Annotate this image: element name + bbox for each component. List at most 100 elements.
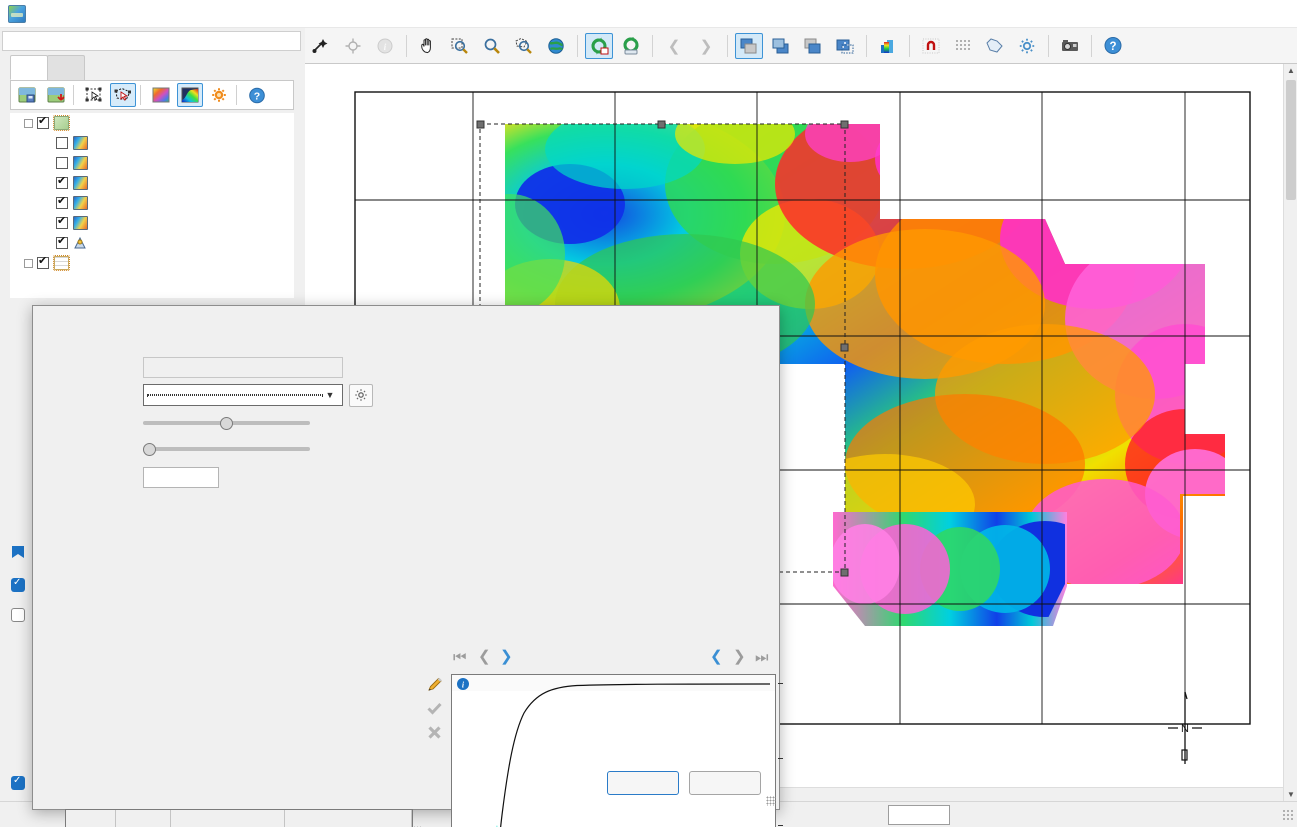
title-bar — [0, 0, 1297, 28]
settings-sun-icon[interactable] — [206, 83, 232, 107]
polygon-tool-icon[interactable] — [981, 33, 1009, 59]
maximize-button[interactable] — [1237, 0, 1267, 28]
column-colour[interactable] — [116, 810, 170, 827]
bins-input[interactable] — [143, 467, 219, 488]
apply-check-icon[interactable] — [425, 698, 443, 718]
colour-tool-dialog[interactable]: ▼ — [32, 305, 780, 810]
distribution-select[interactable]: ▼ — [143, 384, 343, 406]
minimize-button[interactable] — [1207, 0, 1237, 28]
zoom-box-icon[interactable] — [446, 33, 474, 59]
next-view-icon[interactable]: ❯ — [692, 33, 720, 59]
pan-hand-icon[interactable] — [414, 33, 442, 59]
first-record-icon[interactable]: ⏮ — [453, 649, 467, 666]
folder-data-icon — [54, 116, 69, 130]
save-map-icon[interactable] — [14, 83, 40, 107]
select-shape-icon[interactable] — [110, 83, 136, 107]
tree-checkbox[interactable] — [37, 257, 49, 269]
refresh-map-icon[interactable] — [585, 33, 613, 59]
target-icon[interactable] — [339, 33, 367, 59]
property-checkbox[interactable] — [11, 608, 25, 622]
transparency-slider[interactable] — [143, 440, 310, 458]
layer-tree — [10, 113, 294, 298]
tab-history[interactable] — [47, 55, 85, 80]
zoom-level-select[interactable] — [888, 805, 950, 825]
cancel-cross-icon[interactable] — [425, 722, 443, 742]
globe-icon[interactable] — [542, 33, 570, 59]
tree-item-waterloo[interactable] — [10, 173, 294, 193]
scroll-down-arrow[interactable]: ▼ — [1284, 790, 1297, 799]
last-page-icon[interactable]: ⏭ — [755, 649, 769, 666]
tree-item-ontario29[interactable] — [10, 193, 294, 213]
tree-item-data[interactable] — [10, 113, 294, 133]
tree-checkbox[interactable] — [56, 177, 68, 189]
map-vertical-scrollbar[interactable]: ▲ ▼ — [1283, 64, 1297, 801]
cancel-button[interactable] — [689, 771, 761, 795]
tree-item-ontario28[interactable] — [10, 213, 294, 233]
pick-point-icon[interactable] — [307, 33, 335, 59]
colour-palette-icon[interactable] — [148, 83, 174, 107]
previous-view-icon[interactable]: ❮ — [660, 33, 688, 59]
tree-checkbox[interactable] — [56, 197, 68, 209]
tree-item-coordinates[interactable] — [10, 233, 294, 253]
tree-item-superior[interactable] — [10, 153, 294, 173]
scroll-up-arrow[interactable]: ▲ — [1284, 66, 1297, 75]
property-checkbox[interactable] — [11, 776, 25, 790]
resize-grip-icon[interactable] — [1282, 809, 1294, 821]
send-to-back-icon[interactable] — [799, 33, 827, 59]
expander-icon[interactable] — [24, 119, 33, 128]
grid-dots-icon[interactable] — [949, 33, 977, 59]
dialog-resize-grip[interactable] — [766, 796, 776, 806]
tree-checkbox[interactable] — [37, 117, 49, 129]
close-button[interactable] — [1267, 0, 1297, 28]
brightness-slider[interactable] — [143, 414, 310, 432]
info-icon[interactable]: i — [371, 33, 399, 59]
colour-bins-table[interactable] — [65, 809, 413, 827]
tree-checkbox[interactable] — [56, 157, 68, 169]
svg-text:?: ? — [254, 90, 260, 102]
slider-knob[interactable] — [220, 417, 233, 430]
column-maximum[interactable] — [285, 810, 412, 827]
tab-map-layers[interactable] — [10, 55, 48, 80]
toolbar-divider — [236, 85, 237, 105]
ok-button[interactable] — [607, 771, 679, 795]
edit-pencil-icon[interactable] — [425, 674, 443, 694]
export-map-icon[interactable] — [43, 83, 69, 107]
dialog-help-button[interactable] — [711, 309, 745, 339]
distribution-settings-button[interactable] — [349, 384, 373, 407]
tree-item-base[interactable] — [10, 253, 294, 273]
arrange-layers-icon[interactable] — [831, 33, 859, 59]
data-layer-row — [51, 354, 401, 380]
colour-tool-icon[interactable] — [177, 83, 203, 107]
next-record-icon[interactable]: ❯ — [500, 647, 513, 665]
column-active[interactable] — [66, 810, 116, 827]
zoom-shape-icon[interactable] — [510, 33, 538, 59]
tree-checkbox[interactable] — [56, 237, 68, 249]
select-area-icon[interactable] — [81, 83, 107, 107]
previous-record-icon[interactable]: ❮ — [478, 647, 491, 665]
help-circle-icon[interactable]: ? — [1099, 33, 1127, 59]
bring-to-front-icon[interactable] — [735, 33, 763, 59]
dialog-buttons — [607, 771, 761, 795]
dialog-close-button[interactable] — [745, 309, 779, 339]
zoom-icon[interactable] — [478, 33, 506, 59]
expander-icon[interactable] — [24, 259, 33, 268]
tree-item-srtm[interactable] — [10, 133, 294, 153]
map-manager-tabs — [10, 55, 84, 80]
send-backward-icon[interactable] — [767, 33, 795, 59]
scroll-thumb[interactable] — [1286, 80, 1296, 200]
slider-knob[interactable] — [143, 443, 156, 456]
previous-page-icon[interactable]: ❮ — [710, 647, 723, 665]
colour-legend-icon[interactable] — [874, 33, 902, 59]
next-page-icon[interactable]: ❯ — [733, 647, 746, 665]
histogram-plot[interactable]: i — [451, 674, 776, 827]
help-icon[interactable]: ? — [244, 83, 270, 107]
magnetics-icon[interactable] — [917, 33, 945, 59]
tree-checkbox[interactable] — [56, 217, 68, 229]
column-minimum[interactable] — [170, 810, 284, 827]
tree-checkbox[interactable] — [56, 137, 68, 149]
property-checkbox[interactable] — [11, 578, 25, 592]
settings-gear-icon[interactable] — [1013, 33, 1041, 59]
chevron-down-icon[interactable]: ▼ — [322, 390, 338, 400]
refresh-screen-icon[interactable] — [617, 33, 645, 59]
screenshot-camera-icon[interactable] — [1056, 33, 1084, 59]
